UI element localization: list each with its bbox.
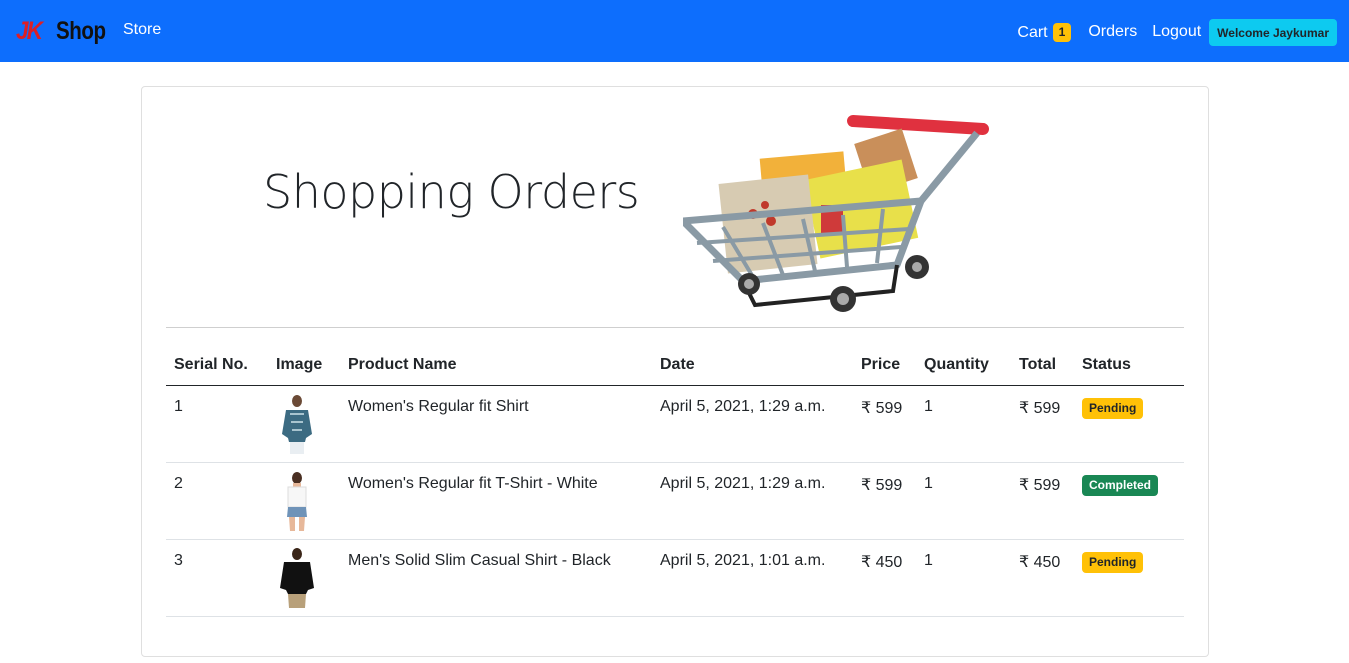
header-divider xyxy=(166,327,1184,328)
nav-right: Cart 1 Orders Logout Welcome Jaykumar xyxy=(1017,17,1337,47)
cell-date: April 5, 2021, 1:01 a.m. xyxy=(652,539,853,617)
cell-price: ₹ 450 xyxy=(853,539,916,617)
cell-total: ₹ 599 xyxy=(1011,385,1074,463)
table-row: 3 Men's Solid Slim Casual Shirt - Black … xyxy=(166,539,1184,617)
header-date: Date xyxy=(652,345,853,386)
cell-price: ₹ 599 xyxy=(853,462,916,540)
cell-quantity: 1 xyxy=(916,385,1011,463)
header-price: Price xyxy=(853,345,916,386)
cell-status: Completed xyxy=(1074,462,1184,540)
cell-status: Pending xyxy=(1074,539,1184,617)
nav-cart-link[interactable]: Cart 1 xyxy=(1017,22,1072,42)
status-badge: Pending xyxy=(1082,551,1144,573)
cell-serial: 2 xyxy=(166,462,268,540)
orders-card: Shopping Orders Serial No. Image Product… xyxy=(141,86,1209,657)
cell-serial: 3 xyxy=(166,539,268,617)
orders-table: Serial No. Image Product Name Date Price… xyxy=(166,345,1184,617)
cell-image xyxy=(268,539,340,617)
cell-image xyxy=(268,385,340,463)
cell-date: April 5, 2021, 1:29 a.m. xyxy=(652,462,853,540)
brand-jk-text: JK xyxy=(16,16,43,45)
cell-product-name: Women's Regular fit T-Shirt - White xyxy=(340,462,652,540)
nav-logout-link[interactable]: Logout xyxy=(1152,23,1201,41)
header-product-name: Product Name xyxy=(340,345,652,386)
cell-product-name: Women's Regular fit Shirt xyxy=(340,385,652,463)
nav-store-link[interactable]: Store xyxy=(123,21,161,39)
cell-serial: 1 xyxy=(166,385,268,463)
header-status: Status xyxy=(1074,345,1184,386)
header-quantity: Quantity xyxy=(916,345,1011,386)
shopping-cart-illustration xyxy=(683,115,989,312)
welcome-user-button[interactable]: Welcome Jaykumar xyxy=(1209,18,1337,46)
cell-status: Pending xyxy=(1074,385,1184,463)
cell-price: ₹ 599 xyxy=(853,385,916,463)
cell-total: ₹ 599 xyxy=(1011,462,1074,540)
women-shirt-thumbnail xyxy=(282,394,312,454)
table-row: 1 Women's Regular fit Shirt April 5, 202… xyxy=(166,385,1184,463)
cart-label: Cart xyxy=(1017,23,1048,41)
table-header-row: Serial No. Image Product Name Date Price… xyxy=(166,345,1184,386)
brand-logo[interactable]: JK Shop xyxy=(16,14,116,48)
header-total: Total xyxy=(1011,345,1074,386)
men-shirt-thumbnail xyxy=(280,547,314,608)
women-tshirt-thumbnail xyxy=(287,471,307,531)
header-image: Image xyxy=(268,345,340,386)
cell-image xyxy=(268,462,340,540)
nav-orders-link[interactable]: Orders xyxy=(1088,23,1137,41)
status-badge: Pending xyxy=(1082,397,1144,419)
cell-quantity: 1 xyxy=(916,539,1011,617)
header-serial: Serial No. xyxy=(166,345,268,386)
cell-quantity: 1 xyxy=(916,462,1011,540)
cell-date: April 5, 2021, 1:29 a.m. xyxy=(652,385,853,463)
cart-count-badge: 1 xyxy=(1052,22,1072,42)
navbar: JK Shop Store Cart 1 Orders Logout Welcom… xyxy=(0,0,1349,62)
status-badge: Completed xyxy=(1082,474,1159,496)
brand-shop-text: Shop xyxy=(55,16,106,45)
cell-product-name: Men's Solid Slim Casual Shirt - Black xyxy=(340,539,652,617)
page-title: Shopping Orders xyxy=(263,165,640,219)
table-row: 2 Women's Regular fit T-Shirt - White Ap… xyxy=(166,462,1184,540)
cell-total: ₹ 450 xyxy=(1011,539,1074,617)
